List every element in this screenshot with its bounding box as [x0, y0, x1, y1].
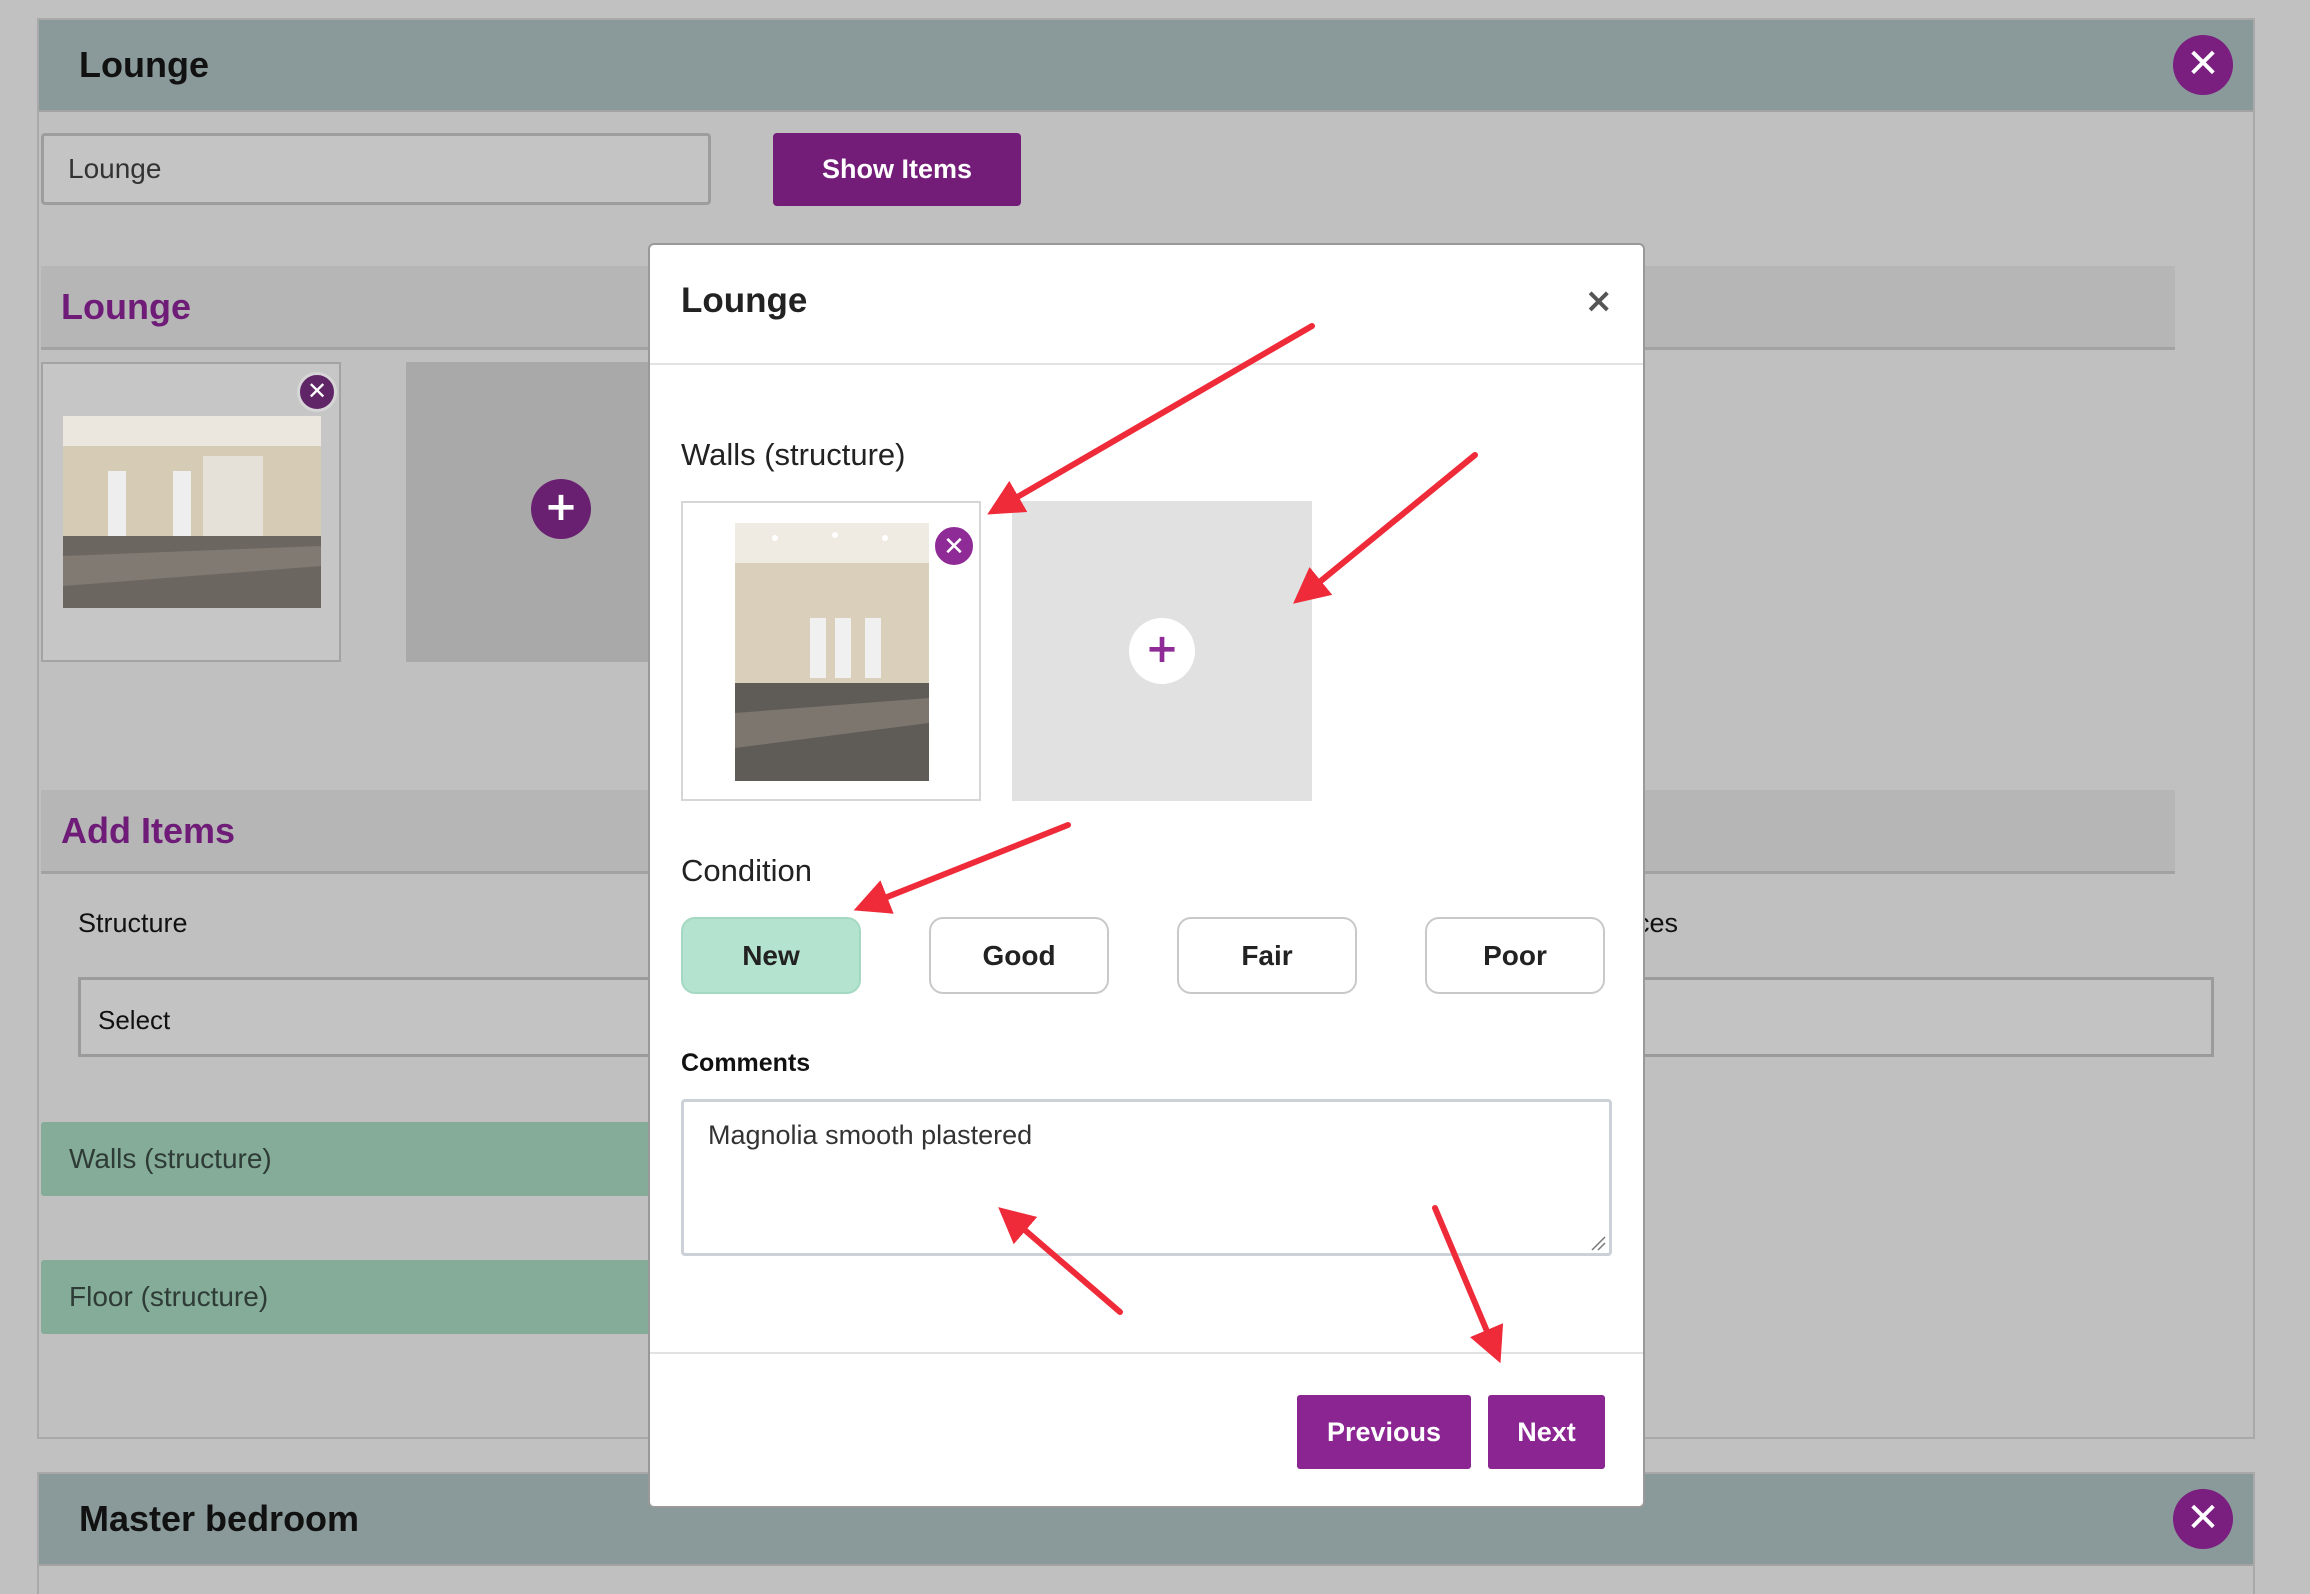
room-photo-card[interactable]: ✕: [41, 362, 341, 662]
comments-label: Comments: [681, 1049, 811, 1077]
resize-grip-icon[interactable]: [1590, 1235, 1606, 1251]
room-panel-header: Lounge ✕: [39, 20, 2253, 112]
item-title: Walls (structure): [681, 437, 906, 472]
modal-header: Lounge ×: [650, 245, 1643, 365]
item-photo: [735, 523, 929, 781]
add-photo-tile[interactable]: +: [1012, 501, 1312, 801]
add-items-title: Add Items: [61, 810, 236, 851]
chevron-down-icon: ▼: [1620, 1005, 2191, 1026]
structure-select[interactable]: Select: [78, 977, 678, 1057]
structure-select-value: Select: [98, 1005, 171, 1035]
previous-button[interactable]: Previous: [1297, 1395, 1471, 1469]
condition-label: Condition: [681, 853, 812, 888]
condition-fair-button[interactable]: Fair: [1177, 917, 1357, 994]
structure-label: Structure: [78, 908, 188, 938]
item-photo-card[interactable]: ✕: [681, 501, 981, 801]
remove-room-photo-close-icon[interactable]: ✕: [297, 372, 337, 412]
modal-footer-divider: [650, 1352, 1643, 1354]
next-button[interactable]: Next: [1488, 1395, 1605, 1469]
remove-room-close-icon[interactable]: ✕: [2173, 35, 2233, 95]
plus-icon: +: [1129, 618, 1195, 684]
remove-photo-close-icon[interactable]: ✕: [933, 525, 975, 567]
comments-textarea[interactable]: Magnolia smooth plastered: [681, 1099, 1612, 1256]
room-name-input[interactable]: Lounge: [41, 133, 711, 205]
room-panel-title: Master bedroom: [79, 1498, 360, 1539]
item-walls-structure[interactable]: Walls (structure): [41, 1122, 661, 1196]
condition-poor-button[interactable]: Poor: [1425, 917, 1605, 994]
plus-icon: +: [531, 479, 591, 539]
room-panel-title: Lounge: [79, 44, 209, 85]
modal-title: Lounge: [681, 281, 808, 320]
room-section-title: Lounge: [61, 286, 191, 327]
item-floor-structure[interactable]: Floor (structure): [41, 1260, 661, 1334]
room-photo: [63, 416, 321, 608]
category-right-select[interactable]: ▼: [1600, 977, 2214, 1057]
show-items-button[interactable]: Show Items: [773, 133, 1021, 206]
condition-good-button[interactable]: Good: [929, 917, 1109, 994]
modal-close-icon[interactable]: ×: [1585, 281, 1614, 321]
item-condition-modal: Lounge × Walls (structure) ✕ + Condition…: [648, 243, 1645, 1508]
condition-new-button[interactable]: New: [681, 917, 861, 994]
remove-room-close-icon[interactable]: ✕: [2173, 1489, 2233, 1549]
